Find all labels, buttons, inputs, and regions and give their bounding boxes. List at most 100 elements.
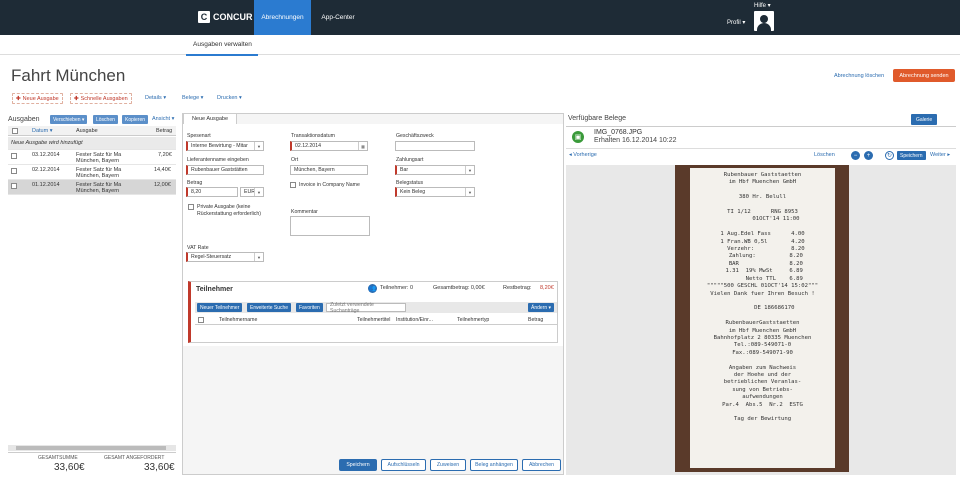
business-purpose-label: Geschäftszweck (396, 133, 434, 139)
select-all-checkbox[interactable] (12, 128, 18, 134)
table-row[interactable]: 01.12.2014 Fester Satz für Ma München, B… (8, 180, 176, 195)
assign-button[interactable]: Zuweisen (430, 459, 466, 471)
plus-icon: ✚ (74, 95, 79, 102)
row-checkbox[interactable] (11, 153, 17, 159)
requested-value: 33,60€ (144, 462, 175, 473)
invoice-company-checkbox[interactable] (290, 182, 296, 188)
logo-icon: C (198, 11, 210, 23)
participants-rest-value: 8,20€ (540, 285, 554, 291)
currency-select[interactable]: EUR ▼ (240, 187, 264, 197)
new-expense-row[interactable]: Neue Ausgabe wird hinzufügt (8, 137, 176, 150)
column-participant-name[interactable]: Teilnehmername (219, 317, 257, 323)
column-expense[interactable]: Ausgabe (76, 128, 98, 134)
expense-type-select[interactable]: Interne Bewirtung - Mitar ▼ (186, 141, 264, 151)
page-title: Fahrt München (11, 66, 126, 85)
concur-logo[interactable]: C CONCUR (198, 10, 253, 24)
table-row[interactable]: 03.12.2014 Fester Satz für Ma München, B… (8, 150, 176, 165)
private-expense-label: Private Ausgabe (keine Rückerstattung er… (197, 204, 262, 217)
nav-abrechnungen[interactable]: Abrechnungen (254, 0, 311, 35)
zoom-out-icon[interactable]: − (851, 151, 860, 160)
avatar[interactable] (754, 11, 774, 31)
column-amount[interactable]: Betrag (156, 128, 172, 134)
calendar-icon[interactable]: ▦ (358, 142, 367, 150)
favorites-button[interactable]: Favoriten (296, 303, 323, 312)
chevron-down-icon: ▼ (465, 188, 474, 196)
business-purpose-input[interactable] (395, 141, 475, 151)
vendor-label: Lieferantenname eingeben (187, 157, 249, 163)
chevron-down-icon: ▼ (465, 166, 474, 174)
amount-input[interactable]: 8,20 (186, 187, 238, 197)
chevron-down-icon: ▼ (254, 142, 263, 150)
change-menu-button[interactable]: Ändern ▾ (528, 303, 555, 312)
total-label: GESAMTSUMME (38, 455, 78, 461)
column-participant-type[interactable]: Teilnehmertyp (457, 317, 489, 323)
advanced-search-button[interactable]: Erweiterte Suche (247, 303, 292, 312)
subnav-ausgaben-verwalten[interactable]: Ausgaben verwalten (193, 41, 252, 48)
delete-report-link[interactable]: Abrechnung löschen (834, 73, 884, 79)
save-button[interactable]: Speichern (339, 459, 377, 471)
column-participant-amount[interactable]: Betrag (528, 317, 543, 323)
save-receipt-button[interactable]: Speichern (897, 151, 926, 160)
copy-expense-button[interactable]: Kopieren (122, 115, 149, 124)
gallery-button[interactable]: Galerie (911, 114, 938, 125)
comment-textarea[interactable] (290, 216, 370, 236)
participants-total: Gesamtbetrag: 0,00€ (433, 285, 485, 291)
participants-rest-label: Restbetrag: (503, 285, 532, 291)
cancel-button[interactable]: Abbrechen (522, 459, 561, 471)
row-checkbox[interactable] (11, 168, 17, 174)
participants-count: Teilnehmer: 0 (380, 285, 414, 291)
receipts-menu[interactable]: Belege ▾ (182, 95, 203, 101)
rotate-icon[interactable]: ↻ (885, 151, 894, 160)
column-institution[interactable]: Institution/Einr... (396, 317, 433, 323)
attach-receipt-button[interactable]: Beleg anhängen (470, 459, 518, 471)
itemize-button[interactable]: Aufschlüsseln (381, 459, 426, 471)
receipt-received: Erhalten 16.12.2014 10:22 (594, 137, 677, 144)
previous-receipt-link[interactable]: ◂ Vorherige (569, 152, 597, 158)
profile-menu[interactable]: Profil ▾ (727, 19, 745, 26)
column-date[interactable]: Datum ▾ (32, 128, 53, 134)
receipt-status-label: Belegstatus (396, 180, 424, 186)
new-participant-button[interactable]: Neuer Teilnehmer (197, 303, 243, 312)
vendor-input[interactable]: Rubenbauer Gaststätten (186, 165, 264, 175)
location-label: Ort (291, 157, 299, 163)
location-input[interactable]: München, Bayern (290, 165, 368, 175)
delete-receipt-link[interactable]: Löschen (814, 152, 835, 158)
participants-table-header: Teilnehmername Teilnehmertitel Instituti… (195, 316, 557, 325)
zoom-in-icon[interactable]: + (864, 151, 873, 160)
payment-type-label: Zahlungsart (396, 157, 424, 163)
view-menu[interactable]: Ansicht ▾ (152, 116, 174, 122)
details-menu[interactable]: Details ▾ (145, 95, 166, 101)
expense-list-header: Datum ▾ Ausgabe Betrag (8, 126, 176, 136)
private-expense-checkbox[interactable] (188, 204, 194, 210)
move-button[interactable]: Verschieben ▾ (50, 115, 88, 124)
tab-new-expense[interactable]: Neue Ausgabe (183, 113, 237, 124)
print-menu[interactable]: Drucken ▾ (217, 95, 242, 101)
row-checkbox[interactable] (11, 183, 17, 189)
help-menu[interactable]: Hilfe ▾ (754, 2, 771, 9)
vat-select[interactable]: Regel-Steuersatz ▼ (186, 252, 264, 262)
scrollbar-thumb[interactable] (16, 446, 166, 450)
expenses-section-label: Ausgaben (8, 116, 40, 123)
transaction-date-input[interactable]: 02.12.2014 ▦ (290, 141, 368, 151)
recent-search-input[interactable]: Zuletzt verwendete Suchanträge (326, 302, 406, 314)
subnav-active-indicator (186, 54, 258, 56)
participants-info-icon[interactable]: 👥 (368, 284, 377, 293)
payment-type-select[interactable]: Bar ▼ (395, 165, 475, 175)
amount-label: Betrag (187, 180, 203, 186)
delete-expense-button[interactable]: Löschen (93, 115, 118, 124)
plus-icon: ✚ (16, 95, 21, 102)
divider (8, 452, 176, 453)
table-row[interactable]: 02.12.2014 Fester Satz für Ma München, B… (8, 165, 176, 180)
quick-expenses-button[interactable]: ✚ Schnelle Ausgaben (70, 93, 132, 104)
next-receipt-link[interactable]: Weiter ▸ (930, 152, 950, 158)
submit-report-button[interactable]: Abrechnung senden (893, 69, 955, 82)
total-value: 33,60€ (54, 462, 85, 473)
invoice-company-label: Invoice in Company Name (299, 182, 360, 188)
select-all-participants-checkbox[interactable] (198, 317, 204, 323)
column-participant-title[interactable]: Teilnehmertitel (357, 317, 390, 323)
new-expense-button[interactable]: ✚ Neue Ausgabe (12, 93, 63, 104)
nav-app-center[interactable]: App-Center (312, 0, 364, 35)
receipt-status-select[interactable]: Kein Beleg ▼ (395, 187, 475, 197)
vat-label: VAT Rate (187, 245, 209, 251)
top-navigation-bar (0, 0, 960, 35)
